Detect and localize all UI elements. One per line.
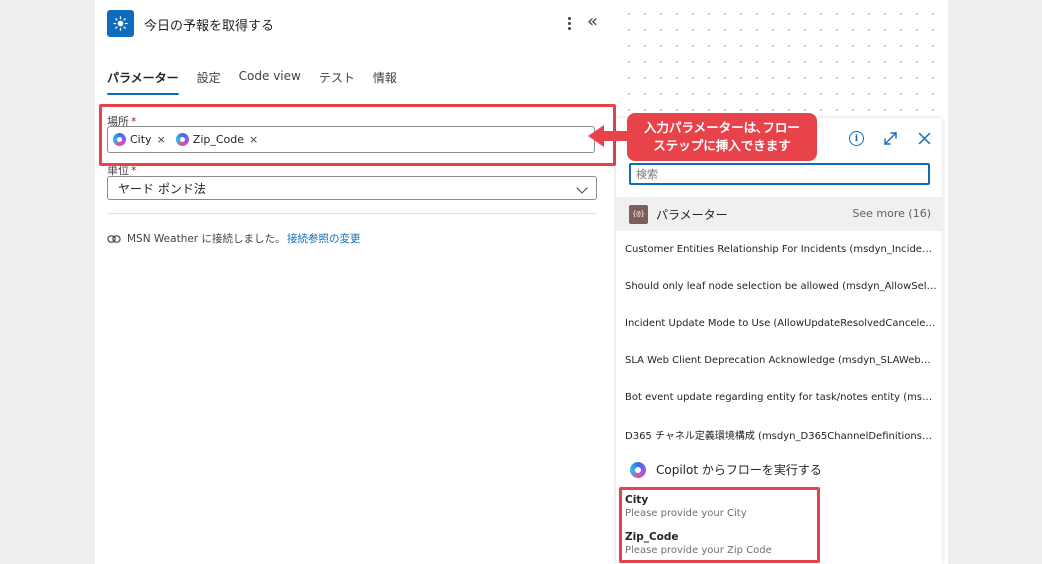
- connection-status: MSN Weather に接続しました。: [107, 231, 285, 246]
- list-item-label: Customer Entities Relationship For Incid…: [625, 244, 937, 255]
- section-title: パラメーター: [656, 207, 728, 222]
- more-options-icon[interactable]: [562, 12, 576, 34]
- location-input[interactable]: City × Zip_Code ×: [107, 126, 595, 153]
- action-title[interactable]: 今日の予報を取得する: [144, 15, 274, 34]
- copilot-icon: [630, 461, 646, 478]
- remove-token-icon[interactable]: ×: [249, 133, 258, 146]
- info-icon[interactable]: i: [849, 131, 864, 146]
- list-item[interactable]: Bot event update regarding entity for ta…: [625, 379, 939, 416]
- list-item-label: D365 チャネル定義環境構成 (msdyn_D365ChannelDefini…: [625, 431, 937, 442]
- copilot-section-header[interactable]: Copilot からフローを実行する: [630, 461, 822, 478]
- list-item[interactable]: Customer Entities Relationship For Incid…: [625, 231, 939, 268]
- change-connection-link[interactable]: 接続参照の変更: [287, 231, 361, 246]
- copilot-section-title: Copilot からフローを実行する: [656, 463, 822, 477]
- token-zip-code[interactable]: Zip_Code ×: [175, 133, 258, 146]
- copilot-input-name: City: [625, 494, 649, 506]
- copilot-input-zip-code[interactable]: Zip_Code Please provide your Zip Code: [625, 531, 772, 556]
- callout-arrow: [588, 125, 604, 147]
- token-label: City: [130, 133, 152, 146]
- tab-about[interactable]: 情報: [373, 66, 397, 95]
- chevron-down-icon: [576, 182, 588, 194]
- tab-code-view[interactable]: Code view: [239, 66, 301, 95]
- close-icon[interactable]: [917, 131, 932, 146]
- dynamic-content-toolbar: i: [849, 131, 932, 146]
- tab-parameters[interactable]: パラメーター: [107, 66, 179, 95]
- copilot-input-name: Zip_Code: [625, 531, 679, 543]
- list-item-label: Should only leaf node selection be allow…: [625, 281, 937, 292]
- see-more-link[interactable]: See more (16): [852, 207, 931, 220]
- remove-token-icon[interactable]: ×: [157, 133, 166, 146]
- connection-text: MSN Weather に接続しました。: [127, 233, 286, 245]
- list-item[interactable]: SLA Web Client Deprecation Acknowledge (…: [625, 342, 939, 379]
- annotation-callout: 入力パラメーターは､フロー ステップに挿入できます: [627, 113, 817, 161]
- list-item-label: SLA Web Client Deprecation Acknowledge (…: [625, 355, 937, 366]
- list-item[interactable]: Should only leaf node selection be allow…: [625, 268, 939, 305]
- copilot-input-description: Please provide your City: [625, 508, 747, 519]
- list-item-label: Incident Update Mode to Use (AllowUpdate…: [625, 318, 937, 329]
- dynamic-content-panel: i {@} パラメーター See more (16) Customer Enti…: [616, 118, 942, 564]
- unit-dropdown[interactable]: ヤード ポンド法: [107, 176, 597, 200]
- list-item-label: Bot event update regarding entity for ta…: [625, 392, 937, 403]
- weather-sun-icon: [107, 10, 134, 37]
- copilot-input-description: Please provide your Zip Code: [625, 545, 772, 556]
- parameter-icon: {@}: [629, 204, 648, 224]
- tab-test[interactable]: テスト: [319, 66, 355, 95]
- collapse-panel-icon[interactable]: «: [587, 11, 598, 33]
- tab-bar: パラメーター 設定 Code view テスト 情報: [107, 66, 415, 95]
- copilot-icon: [175, 133, 189, 146]
- parameters-section-header[interactable]: {@} パラメーター See more (16): [616, 197, 942, 231]
- search-input[interactable]: [629, 163, 930, 185]
- divider: [107, 213, 597, 214]
- list-item[interactable]: Incident Update Mode to Use (AllowUpdate…: [625, 305, 939, 342]
- callout-line-2: ステップに挿入できます: [653, 138, 791, 153]
- tab-settings[interactable]: 設定: [197, 66, 221, 95]
- token-city[interactable]: City ×: [113, 133, 166, 146]
- token-label: Zip_Code: [192, 133, 245, 146]
- copilot-input-city[interactable]: City Please provide your City: [625, 494, 747, 519]
- unit-selected-value: ヤード ポンド法: [118, 181, 206, 196]
- parameter-list: Customer Entities Relationship For Incid…: [625, 231, 939, 453]
- list-item[interactable]: D365 チャネル定義環境構成 (msdyn_D365ChannelDefini…: [625, 416, 939, 453]
- expand-icon[interactable]: [883, 131, 898, 146]
- link-icon: [107, 234, 121, 243]
- callout-line-1: 入力パラメーターは､フロー: [644, 120, 800, 135]
- callout-stem: [602, 131, 630, 141]
- copilot-icon: [113, 133, 126, 146]
